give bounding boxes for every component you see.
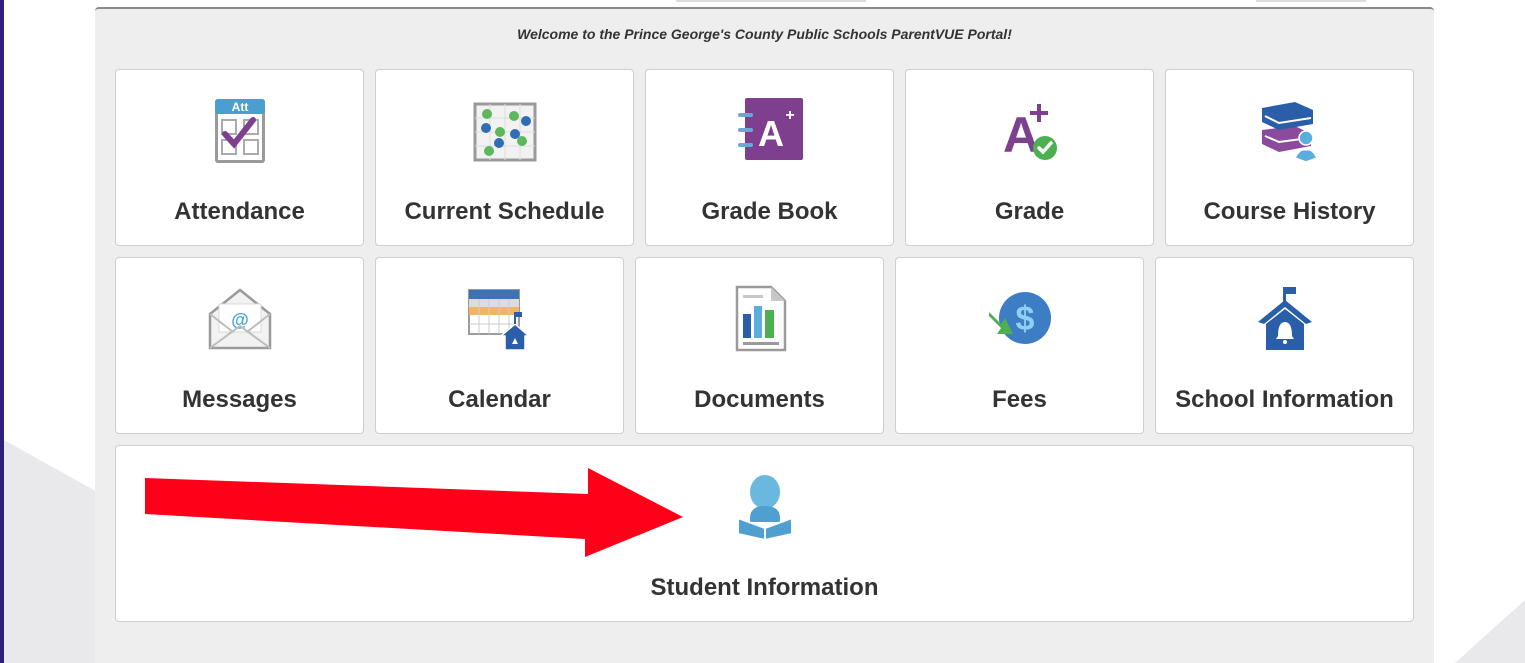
- envelope-icon: @: [205, 284, 275, 354]
- svg-text:+: +: [785, 107, 794, 124]
- school-icon: [1250, 284, 1320, 354]
- tile-label: School Information: [1175, 386, 1394, 413]
- top-edge-element: [1256, 0, 1366, 2]
- tile-label: Grade Book: [701, 198, 838, 225]
- tile-messages[interactable]: @ Messages: [115, 257, 364, 434]
- attendance-icon: Att: [205, 96, 275, 166]
- course-history-icon: [1255, 96, 1325, 166]
- tile-fees[interactable]: $ Fees: [895, 257, 1144, 434]
- gradebook-icon: A +: [735, 96, 805, 166]
- grade-icon: A: [995, 96, 1065, 166]
- annotation-arrow: [145, 468, 683, 557]
- top-edge-element: [676, 0, 866, 2]
- document-chart-icon: [725, 284, 795, 354]
- tile-label: Messages: [182, 386, 297, 413]
- tile-current-schedule[interactable]: Current Schedule: [375, 69, 634, 246]
- svg-text:A: A: [758, 113, 784, 154]
- svg-text:$: $: [1015, 300, 1034, 338]
- svg-text:A: A: [1002, 107, 1038, 163]
- portal-panel: Welcome to the Prince George's County Pu…: [95, 7, 1434, 663]
- tile-label: Course History: [1203, 198, 1376, 225]
- tile-school-information[interactable]: School Information: [1155, 257, 1414, 434]
- svg-text:Att: Att: [231, 100, 248, 114]
- tile-grade[interactable]: A Grade: [905, 69, 1154, 246]
- dollar-icon: $: [985, 284, 1055, 354]
- student-reading-icon: [730, 472, 800, 542]
- schedule-icon: [470, 96, 540, 166]
- tile-label: Current Schedule: [404, 198, 605, 225]
- background-shape: [1455, 600, 1525, 663]
- tile-label: Grade: [994, 198, 1065, 225]
- welcome-message: Welcome to the Prince George's County Pu…: [517, 26, 1012, 42]
- calendar-icon: [465, 284, 535, 354]
- tile-calendar[interactable]: Calendar: [375, 257, 624, 434]
- tile-grade-book[interactable]: A + Grade Book: [645, 69, 894, 246]
- tile-attendance[interactable]: Att Attendance: [115, 69, 364, 246]
- left-edge-bar: [0, 0, 4, 663]
- tile-course-history[interactable]: Course History: [1165, 69, 1414, 246]
- tile-documents[interactable]: Documents: [635, 257, 884, 434]
- tile-label: Documents: [694, 386, 825, 413]
- tile-label: Attendance: [174, 198, 305, 225]
- tile-label: Student Information: [650, 574, 879, 601]
- tile-label: Fees: [992, 386, 1047, 413]
- tile-label: Calendar: [448, 386, 551, 413]
